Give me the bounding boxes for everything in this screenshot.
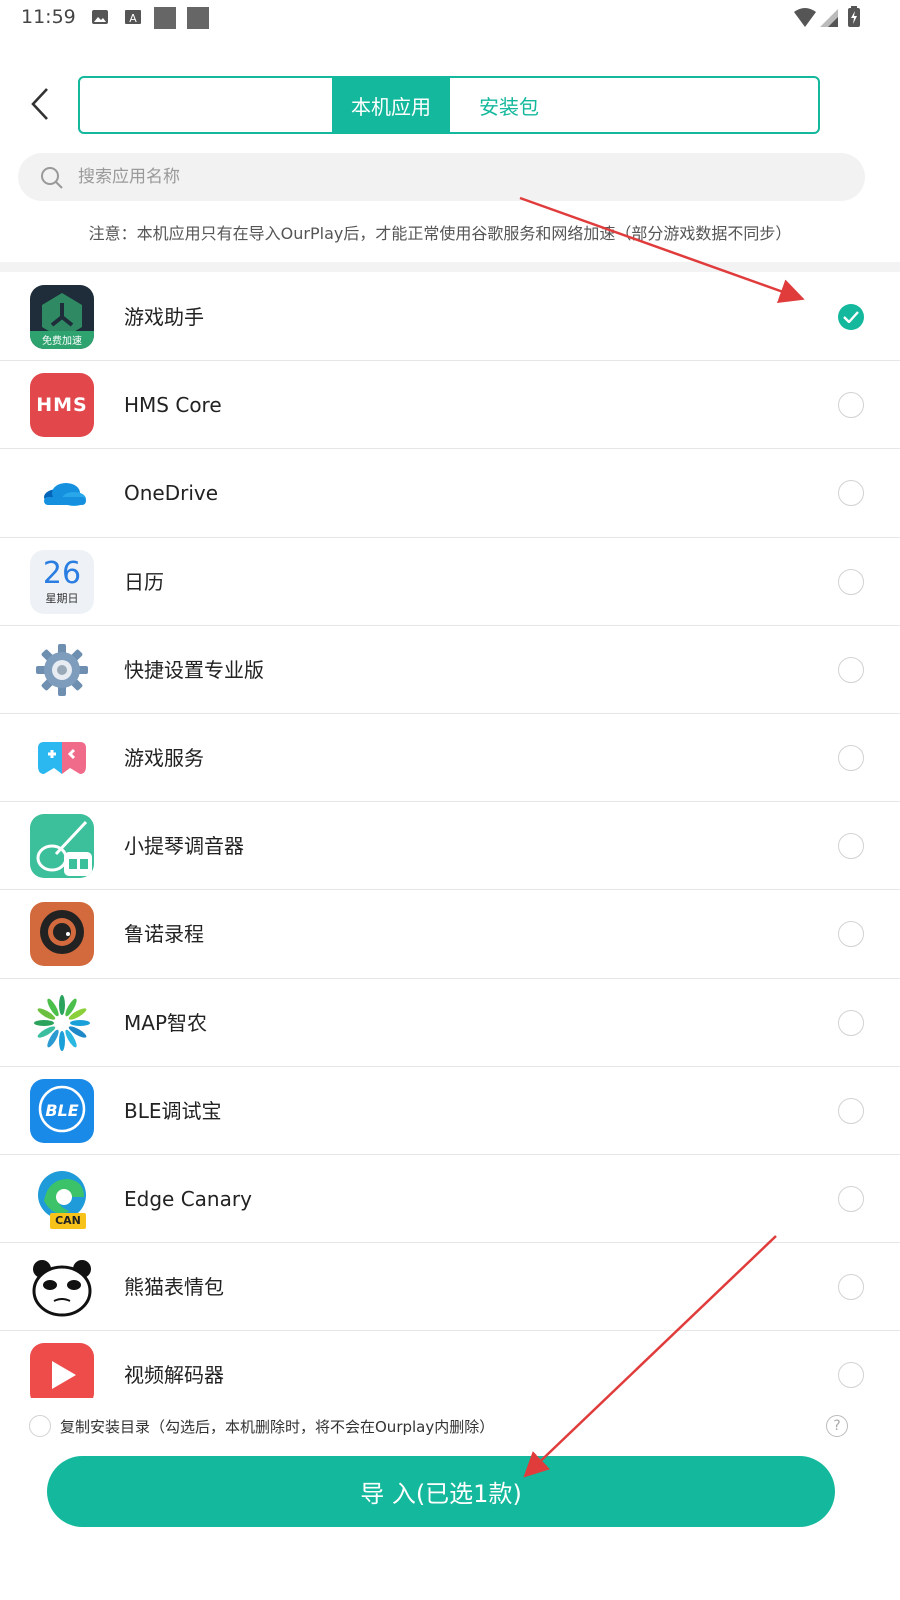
select-radio[interactable]	[838, 392, 864, 419]
flower-icon	[30, 991, 94, 1055]
list-item[interactable]: 熊猫表情包	[0, 1243, 900, 1332]
panda-icon	[30, 1255, 94, 1319]
font-a-icon: A	[125, 10, 141, 25]
tab-install-packages[interactable]: 安装包	[450, 78, 568, 132]
calendar-icon: 26 星期日	[30, 549, 94, 614]
list-item[interactable]: 鲁诺录程	[0, 890, 900, 979]
app-name: Edge Canary	[124, 1186, 252, 1211]
select-radio[interactable]	[838, 568, 864, 595]
signal-icon	[820, 9, 838, 27]
select-radio[interactable]	[838, 1185, 864, 1212]
edge-canary-icon: CAN	[30, 1167, 94, 1231]
status-time: 11:59	[21, 6, 76, 28]
app-name: OneDrive	[124, 481, 219, 506]
app-name: 熊猫表情包	[124, 1275, 224, 1300]
list-item[interactable]: 游戏服务	[0, 714, 900, 803]
play-icon	[30, 1343, 94, 1398]
tab-local-apps[interactable]: 本机应用	[332, 78, 450, 132]
app-name: 游戏助手	[124, 305, 204, 329]
image-icon	[92, 10, 108, 24]
app-name: MAP智农	[124, 1010, 207, 1035]
app-name: 日历	[124, 569, 164, 594]
app-name: 快捷设置专业版	[124, 657, 264, 682]
select-radio[interactable]	[838, 480, 864, 507]
select-radio[interactable]	[838, 1362, 864, 1389]
app-name: BLE调试宝	[124, 1098, 222, 1123]
select-radio[interactable]	[838, 833, 864, 860]
search-icon	[41, 167, 63, 189]
list-item[interactable]: 视频解码器	[0, 1331, 900, 1398]
list-item[interactable]: 免费加速 游戏助手	[0, 273, 900, 362]
source-tabs: 本机应用 安装包	[78, 76, 820, 134]
select-radio[interactable]	[838, 921, 864, 948]
game-assistant-icon: 免费加速	[30, 285, 94, 349]
list-item[interactable]: CAN Edge Canary	[0, 1155, 900, 1244]
hms-core-icon: HMS	[30, 373, 94, 438]
select-radio[interactable]	[838, 744, 864, 771]
select-radio[interactable]	[838, 1097, 864, 1124]
list-item[interactable]: HMS HMS Core	[0, 361, 900, 450]
check-icon	[843, 311, 859, 323]
list-item[interactable]: OneDrive	[0, 449, 900, 538]
list-item[interactable]: MAP智农	[0, 979, 900, 1067]
search-bar[interactable]	[18, 153, 865, 201]
violin-icon	[30, 814, 94, 879]
notice-text: 注意：本机应用只有在导入OurPlay后，才能正常使用谷歌服务和网络加速（部分游…	[88, 224, 792, 243]
app-list[interactable]: 免费加速 游戏助手 HMS HMS Core OneDrive 26 星期日 日…	[0, 273, 900, 1398]
select-radio[interactable]	[838, 1274, 864, 1301]
list-item[interactable]: 快捷设置专业版	[0, 626, 900, 714]
section-divider	[0, 262, 900, 272]
wifi-icon	[794, 8, 816, 27]
battery-icon	[848, 6, 860, 27]
ble-icon: BLE	[30, 1078, 94, 1143]
app-name: 小提琴调音器	[124, 834, 244, 859]
recorder-icon	[30, 902, 94, 967]
list-item[interactable]: BLE BLE调试宝	[0, 1067, 900, 1155]
svg-text:A: A	[129, 12, 137, 25]
chevron-left-icon	[31, 88, 48, 120]
question-icon[interactable]: ?	[826, 1415, 848, 1437]
square-icon	[154, 7, 176, 29]
select-radio[interactable]	[838, 304, 864, 330]
select-radio[interactable]	[838, 656, 864, 683]
import-button[interactable]: 导 入(已选1款)	[47, 1456, 835, 1527]
copy-install-dir-option: 复制安装目录（勾选后，本机删除时，将不会在Ourplay内删除） ?	[0, 1404, 900, 1448]
list-item[interactable]: 小提琴调音器	[0, 802, 900, 891]
gear-icon	[30, 638, 94, 702]
app-name: 视频解码器	[124, 1363, 224, 1388]
status-bar: 11:59 A	[0, 0, 900, 36]
copy-install-dir-label: 复制安装目录（勾选后，本机删除时，将不会在Ourplay内删除）	[60, 1418, 495, 1436]
copy-install-dir-checkbox[interactable]	[29, 1415, 51, 1437]
app-name: 鲁诺录程	[124, 922, 204, 947]
select-radio[interactable]	[838, 1009, 864, 1036]
list-item[interactable]: 26 星期日 日历	[0, 538, 900, 626]
app-name: HMS Core	[124, 393, 222, 418]
search-input[interactable]	[78, 153, 838, 201]
header: 本机应用 安装包	[0, 62, 900, 142]
onedrive-icon	[30, 461, 94, 525]
square-icon	[187, 7, 209, 29]
gamepad-icon	[30, 726, 94, 790]
back-button[interactable]	[18, 82, 62, 126]
app-name: 游戏服务	[124, 745, 204, 770]
